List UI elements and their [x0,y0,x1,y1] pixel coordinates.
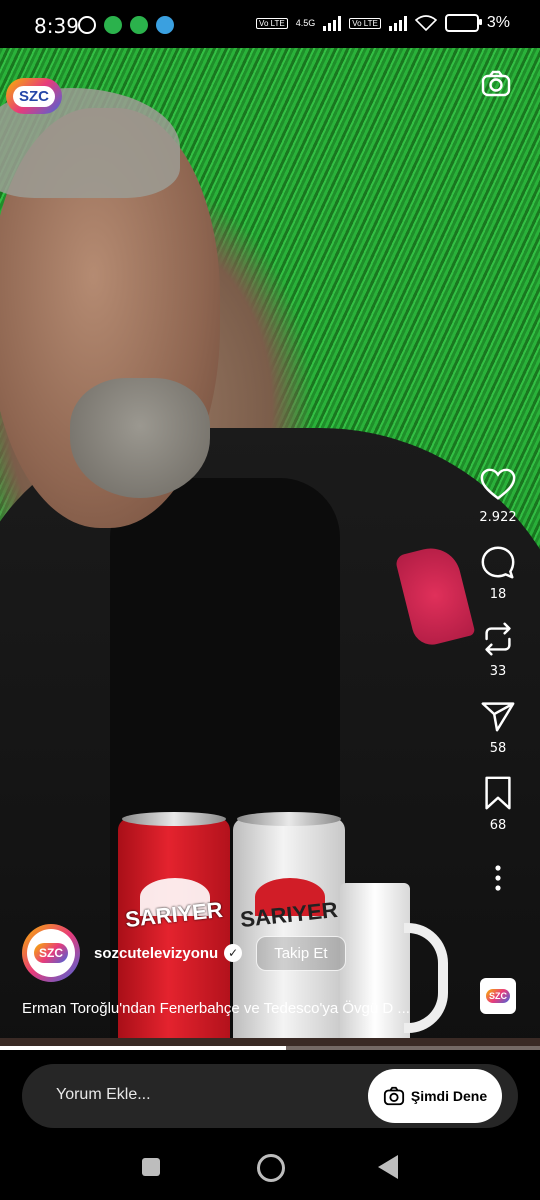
recent-apps-button[interactable] [142,1158,160,1176]
like-button[interactable]: 2.922 [479,466,517,525]
caption[interactable]: Erman Toroğlu'ndan Fenerbahçe ve Tedesco… [22,1000,462,1017]
alarm-icon [78,16,96,34]
app-notification-icon [130,16,148,34]
battery-icon [444,14,482,32]
action-rail: 2.922 18 33 58 68 [470,466,526,897]
back-nav-button[interactable] [378,1155,398,1179]
follow-button[interactable]: Takip Et [256,935,346,971]
back-button[interactable]: SZC [6,78,62,114]
signal-icon [323,15,342,31]
comment-count: 18 [489,587,507,602]
signal-icon-2 [388,15,407,31]
repost-count: 33 [489,664,507,679]
more-vertical-icon [495,865,501,891]
verified-icon: ✓ [224,944,243,962]
volte-badge-2: Vo LTE [349,17,381,29]
audio-thumbnail[interactable]: SZC [480,978,516,1014]
try-now-button[interactable]: Şimdi Dene [368,1069,502,1123]
battery-percent: 3% [486,14,510,31]
mug [340,883,448,1050]
username[interactable]: sozcutelevizyonu [94,945,218,962]
video-player[interactable]: SARIYER SARIYER [0,48,540,1050]
save-count: 68 [489,818,507,833]
share-button[interactable]: 58 [479,697,517,756]
like-count: 2.922 [479,510,517,525]
avatar-logo: SZC [34,943,68,963]
repost-icon [485,622,511,656]
home-button[interactable] [257,1154,285,1182]
wifi-icon [414,15,437,31]
heart-icon [480,468,516,500]
camera-icon [383,1086,404,1106]
volte-badge: Vo LTE [256,17,288,29]
share-count: 58 [489,741,507,756]
save-button[interactable]: 68 [479,774,517,833]
weather-icon [156,16,174,34]
status-bar: 8:39 Vo LTE 4.5G Vo LTE 3% [0,0,540,48]
status-time: 8:39 [34,14,79,38]
comment-icon [481,546,515,579]
audio-thumbnail-logo: SZC [486,989,510,1003]
notification-icons [78,16,174,34]
camera-icon[interactable] [480,68,512,100]
channel-logo: SZC [13,85,55,107]
more-options-button[interactable] [479,859,517,897]
send-icon [481,702,515,732]
bookmark-icon [485,776,511,810]
status-indicators: Vo LTE 4.5G Vo LTE 3% [256,14,510,32]
try-now-label: Şimdi Dene [410,1088,488,1104]
repost-button[interactable]: 33 [479,620,517,679]
app-notification-icon [104,16,122,34]
comment-button[interactable]: 18 [479,543,517,602]
network-type: 4.5G [295,18,316,28]
author-row: SZC sozcutelevizyonu ✓ Takip Et [22,924,346,982]
comment-input[interactable]: Yorum Ekle... [56,1086,151,1104]
avatar[interactable]: SZC [22,924,80,982]
video-scene-beard [70,378,210,498]
